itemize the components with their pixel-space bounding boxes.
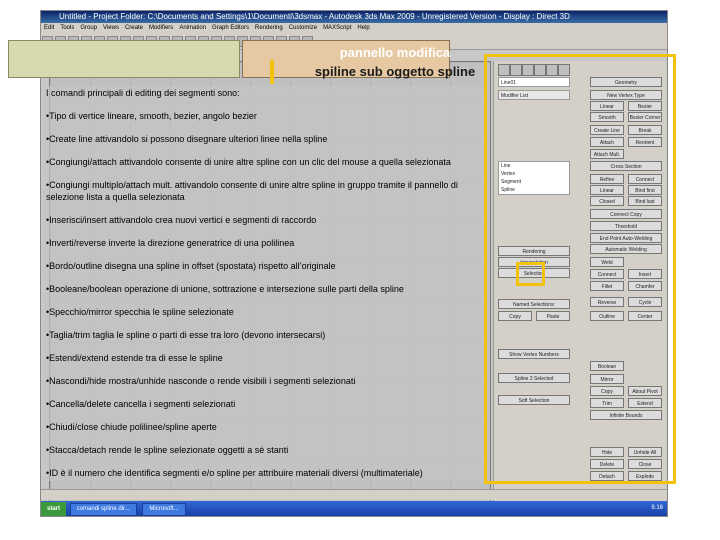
menu-item[interactable]: Customize bbox=[289, 25, 317, 31]
highlight-frame-icons bbox=[516, 262, 545, 286]
start-button[interactable]: start bbox=[41, 502, 67, 516]
highlight-strip bbox=[270, 60, 274, 84]
menu-item[interactable]: Edit bbox=[44, 25, 54, 31]
bullet-item: •Congiungi/attach attivandolo consente d… bbox=[46, 157, 451, 167]
slide-title: pannello modifica spiline sub oggetto sp… bbox=[290, 43, 500, 81]
viewport-top-left bbox=[8, 40, 240, 78]
slide-title-line2: spiline sub oggetto spline bbox=[314, 64, 476, 79]
menu-item[interactable]: Modifiers bbox=[149, 25, 173, 31]
taskbar-item[interactable]: comandi spline dir... bbox=[69, 503, 137, 516]
bullet-item: •Congiungi multiplo/attach mult. attivan… bbox=[46, 180, 458, 202]
taskbar-clock: 9.16 bbox=[651, 505, 663, 511]
menu-item[interactable]: Create bbox=[125, 25, 143, 31]
menu-item[interactable]: Animation bbox=[179, 25, 206, 31]
taskbar-item[interactable]: Microsoft... bbox=[142, 503, 186, 516]
bullet-item: •Specchio/mirror specchia le spline sele… bbox=[46, 306, 234, 317]
window-title: Untitled - Project Folder: C:\Documents … bbox=[41, 11, 667, 23]
bullet-item: •Stacca/detach rende le spline seleziona… bbox=[46, 444, 289, 455]
highlight-frame-panel bbox=[484, 54, 676, 484]
bullet-item: •Cancella/delete cancella i segmenti sel… bbox=[46, 398, 236, 409]
menu-item[interactable]: Help bbox=[357, 25, 369, 31]
menu-item[interactable]: Tools bbox=[60, 25, 74, 31]
status-bar bbox=[41, 489, 667, 500]
bullet-item: •Inverti/reverse inverte la direzione ge… bbox=[46, 237, 295, 248]
menu-item[interactable]: Views bbox=[103, 25, 119, 31]
bullet-item: •Tipo di vertice lineare, smooth, bezier… bbox=[46, 111, 257, 121]
bullet-item: •Booleane/boolean operazione di unione, … bbox=[46, 283, 404, 294]
menu-bar: Edit Tools Group Views Create Modifiers Animat… bbox=[41, 23, 667, 33]
bullet-item: •Create line attivandolo si possono dise… bbox=[46, 134, 328, 144]
menu-item[interactable]: MAXScript bbox=[323, 25, 351, 31]
bullet-item: •ID è il numero che identifica segmenti … bbox=[46, 467, 423, 478]
bullet-item: •Chiudi/close chiude polilinee/spline ap… bbox=[46, 421, 217, 432]
slide-content: I comandi principali di editing dei segm… bbox=[44, 86, 484, 481]
windows-taskbar: start comandi spline dir... Microsoft...… bbox=[41, 501, 667, 516]
slide-title-line1: pannello modifica bbox=[339, 45, 451, 60]
bullet-item: •Bordo/outline disegna una spline in off… bbox=[46, 260, 336, 271]
menu-item[interactable]: Group bbox=[80, 25, 97, 31]
bullet-item: •Inserisci/insert attivandolo crea nuovi… bbox=[46, 214, 317, 225]
menu-item[interactable]: Graph Editors bbox=[212, 25, 249, 31]
bullet-item: •Taglia/trim taglia le spline o parti di… bbox=[46, 329, 326, 340]
intro-text: I comandi principali di editing dei segm… bbox=[46, 88, 240, 98]
menu-item[interactable]: Rendering bbox=[255, 25, 283, 31]
bullet-item: •Nascondi/hide mostra/unhide nasconde o … bbox=[46, 375, 356, 386]
bullet-item: •Estendi/extend estende tra di esse le s… bbox=[46, 352, 223, 363]
